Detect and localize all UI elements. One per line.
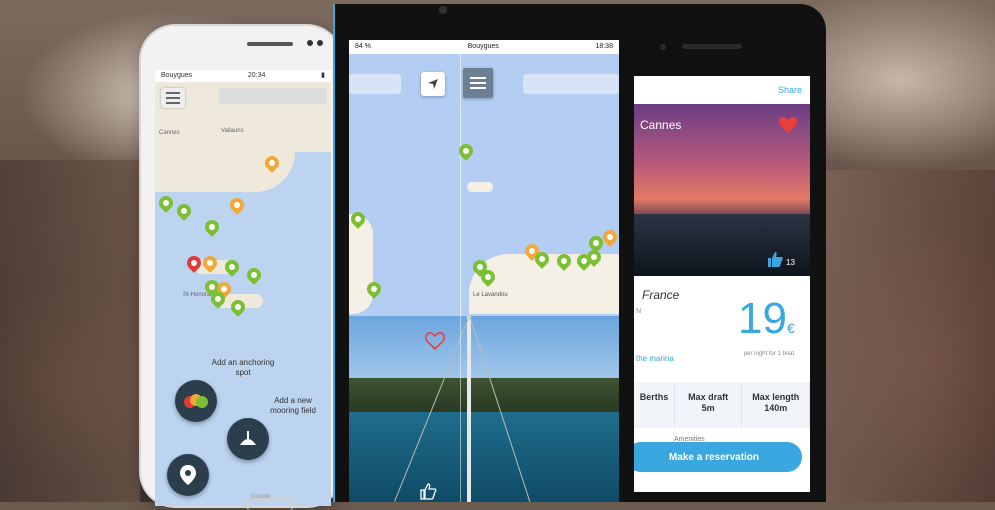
- background-right-blur: [815, 170, 995, 502]
- menu-button[interactable]: [161, 88, 185, 108]
- spot-photo: [349, 316, 619, 502]
- selected-pin[interactable]: [187, 256, 201, 274]
- spec-berths: Berths: [634, 382, 675, 428]
- map-place-label: Vallauris: [221, 128, 244, 134]
- buoy-icon: [240, 431, 256, 445]
- phone-sensor: [317, 40, 323, 46]
- home-button[interactable]: [245, 498, 295, 510]
- anchoring-pin[interactable]: [367, 282, 381, 300]
- detail-screen: Le Lavandou: [349, 40, 619, 502]
- anchoring-pin[interactable]: [557, 254, 571, 272]
- menu-button[interactable]: [463, 68, 493, 98]
- anchoring-pin[interactable]: [247, 268, 261, 286]
- marina-pin[interactable]: [203, 256, 217, 274]
- map-view: Le Lavandou: [349, 54, 619, 316]
- anchoring-pin[interactable]: [177, 204, 191, 222]
- status-bar: Bouygues 20:34 ▮: [155, 70, 331, 82]
- map-place-label: Le Lavandou: [473, 292, 508, 298]
- heart-filled-icon[interactable]: [778, 116, 798, 134]
- anchoring-pin[interactable]: [211, 292, 225, 310]
- thumbs-up-icon[interactable]: [419, 482, 437, 500]
- search-bar[interactable]: [219, 88, 327, 104]
- add-mooring-label: Add a new mooring field: [270, 396, 316, 415]
- make-reservation-button[interactable]: Make a reservation: [634, 442, 802, 472]
- navigation-arrow-icon: [428, 79, 438, 89]
- search-bar[interactable]: [349, 74, 401, 94]
- marina-photo: Cannes 13: [634, 104, 810, 276]
- anchoring-pin[interactable]: [231, 300, 245, 318]
- status-bar: 84 % Bouygues 18:38: [349, 40, 619, 54]
- marina-link[interactable]: the marina: [636, 354, 674, 363]
- anchoring-pin[interactable]: [225, 260, 239, 278]
- share-link[interactable]: Share: [778, 85, 802, 95]
- photo-sea: [349, 412, 619, 502]
- photo-mast: [467, 316, 471, 502]
- anchoring-pin[interactable]: [459, 144, 473, 162]
- marina-title: Cannes: [640, 118, 682, 132]
- phone-camera: [660, 44, 666, 50]
- top-bar: Share: [634, 76, 810, 104]
- anchoring-pin[interactable]: [351, 212, 365, 230]
- hamburger-icon: [470, 77, 486, 89]
- heart-outline-icon[interactable]: [425, 332, 445, 350]
- anchoring-pin[interactable]: [205, 220, 219, 238]
- split-divider: [460, 316, 461, 502]
- locate-button[interactable]: [421, 72, 445, 96]
- phone-right: Share Cannes 13 France N the marina 19€ …: [634, 4, 826, 502]
- carrier-label: Bouygues: [161, 72, 193, 79]
- carrier-label: Bouygues: [467, 43, 499, 50]
- specs-row: Berths Max draft 5m Max length 140m: [634, 382, 810, 428]
- island-land: [467, 182, 493, 192]
- status-time: 18:38: [595, 43, 613, 50]
- add-anchoring-button[interactable]: [175, 380, 217, 422]
- battery-icon: ▮: [321, 72, 325, 79]
- multi-pin-icon: [184, 394, 208, 408]
- currency-symbol: €: [786, 320, 795, 336]
- locate-button[interactable]: [167, 454, 209, 496]
- status-time: 20:34: [247, 72, 266, 79]
- background-left-blur: [0, 160, 140, 502]
- location-pin-icon: [180, 465, 196, 485]
- spec-max-length: Max length 140m: [742, 382, 810, 428]
- coords-label: N: [636, 308, 642, 315]
- add-anchoring-label: Add an anchoring spot: [211, 358, 275, 377]
- anchoring-pin[interactable]: [481, 270, 495, 288]
- phone-speaker: [682, 44, 742, 49]
- price-value: 19€: [738, 294, 795, 343]
- marina-pin[interactable]: [603, 230, 617, 248]
- anchoring-pin[interactable]: [159, 196, 173, 214]
- map-screen: Bouygues 20:34 ▮ Cannes Vallauris St-Hon…: [155, 70, 331, 506]
- marina-pin[interactable]: [230, 198, 244, 216]
- phone-camera: [439, 6, 447, 14]
- split-divider: [460, 54, 461, 316]
- spec-max-draft: Max draft 5m: [675, 382, 743, 428]
- status-left: 84 %: [355, 43, 371, 50]
- anchoring-pin[interactable]: [587, 250, 601, 268]
- map-place-label: Cannes: [159, 130, 180, 136]
- phone-left: Bouygues 20:34 ▮ Cannes Vallauris St-Hon…: [141, 26, 341, 510]
- phone-camera: [307, 40, 313, 46]
- search-bar[interactable]: [523, 74, 619, 94]
- marina-detail-screen: Share Cannes 13 France N the marina 19€ …: [634, 76, 810, 492]
- likes-count: 13: [786, 258, 795, 267]
- thumbs-up-icon[interactable]: [766, 250, 784, 268]
- price-subtitle: per night for 1 boat: [743, 351, 795, 357]
- country-label: France: [642, 288, 680, 302]
- phone-speaker: [247, 42, 293, 46]
- anchoring-pin[interactable]: [535, 252, 549, 270]
- add-mooring-button[interactable]: [227, 418, 269, 460]
- marina-pin[interactable]: [265, 156, 279, 174]
